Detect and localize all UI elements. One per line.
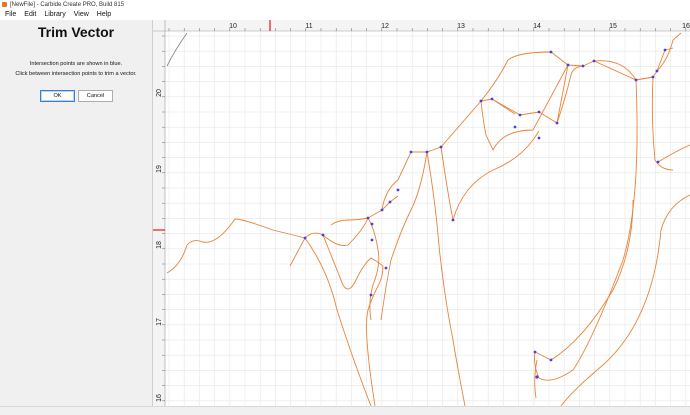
title-bar: [NewFile] - Carbide Create PRO, Build 81… — [0, 0, 690, 9]
intersection-point[interactable] — [366, 216, 370, 220]
intersection-point[interactable] — [656, 160, 660, 164]
y-ruler-label: 19 — [156, 165, 163, 173]
intersection-point[interactable] — [380, 208, 384, 212]
ok-button[interactable]: OK — [40, 90, 75, 102]
vector-path[interactable] — [289, 237, 372, 407]
vector-path[interactable] — [322, 234, 384, 407]
vector-path[interactable] — [556, 65, 584, 124]
app-icon — [2, 2, 7, 7]
menu-library[interactable]: Library — [40, 11, 69, 18]
intersection-point[interactable] — [396, 188, 400, 192]
intersection-point[interactable] — [566, 63, 570, 67]
vector-path[interactable] — [166, 218, 306, 274]
y-ruler-label: 17 — [156, 318, 163, 326]
window-title: [NewFile] - Carbide Create PRO, Build 81… — [10, 1, 125, 8]
vector-path[interactable] — [656, 32, 682, 72]
vector-path[interactable] — [582, 49, 666, 81]
vector-path[interactable] — [534, 199, 634, 361]
x-ruler-label: 12 — [381, 23, 389, 30]
trim-vector-panel: Trim Vector Intersection points are show… — [0, 20, 153, 406]
y-ruler-label: 18 — [156, 241, 163, 249]
help-text-line-2: Click between intersection points to tri… — [15, 71, 137, 77]
intersection-point[interactable] — [303, 236, 307, 240]
intersection-point[interactable] — [384, 266, 388, 270]
intersection-points[interactable] — [303, 48, 667, 379]
vector-path[interactable] — [480, 64, 569, 152]
intersection-point[interactable] — [651, 75, 655, 79]
intersection-point[interactable] — [549, 358, 553, 362]
intersection-point[interactable] — [439, 145, 443, 149]
grid — [165, 31, 690, 406]
vector-path[interactable] — [657, 144, 690, 163]
vector-path[interactable] — [480, 51, 569, 102]
x-ruler-label: 13 — [457, 23, 465, 30]
intersection-point[interactable] — [634, 78, 638, 82]
intersection-point[interactable] — [663, 48, 667, 52]
menu-file[interactable]: File — [0, 11, 20, 18]
vector-path[interactable] — [534, 60, 638, 381]
intersection-point[interactable] — [451, 218, 455, 222]
intersection-point[interactable] — [537, 110, 541, 114]
vector-path[interactable] — [381, 146, 442, 211]
menu-help[interactable]: Help — [93, 11, 115, 18]
intersection-point[interactable] — [369, 293, 373, 297]
canvas-svg[interactable]: 10 11 12 13 14 15 16 20 19 18 17 16 — [153, 20, 690, 407]
intersection-point[interactable] — [518, 113, 522, 117]
x-ruler-label: 16 — [682, 23, 690, 30]
left-ruler — [153, 20, 165, 406]
x-ruler-label: 14 — [533, 23, 541, 30]
vector-paths[interactable] — [166, 32, 690, 407]
intersection-point[interactable] — [425, 150, 429, 154]
intersection-point[interactable] — [535, 375, 539, 379]
intersection-point[interactable] — [479, 99, 483, 103]
y-ruler-label: 20 — [156, 89, 163, 97]
intersection-point[interactable] — [555, 121, 559, 125]
x-ruler-label: 10 — [229, 23, 237, 30]
cancel-button[interactable]: Cancel — [78, 90, 113, 102]
intersection-point[interactable] — [655, 69, 659, 73]
menu-view[interactable]: View — [70, 11, 93, 18]
intersection-point[interactable] — [537, 136, 541, 140]
intersection-point[interactable] — [533, 350, 537, 354]
intersection-point[interactable] — [321, 233, 325, 237]
y-ruler-label: 16 — [156, 394, 163, 402]
menu-edit[interactable]: Edit — [20, 11, 40, 18]
x-ruler-label: 15 — [609, 23, 617, 30]
vector-path[interactable] — [330, 195, 399, 226]
intersection-point[interactable] — [490, 97, 494, 101]
ruler-ticks — [162, 28, 687, 402]
vector-path[interactable] — [380, 151, 428, 321]
intersection-point[interactable] — [581, 64, 585, 68]
x-ruler-label: 11 — [305, 23, 312, 30]
intersection-point[interactable] — [409, 150, 413, 154]
intersection-point[interactable] — [370, 222, 374, 226]
intersection-point[interactable] — [388, 200, 392, 204]
intersection-point[interactable] — [513, 125, 517, 129]
vector-path[interactable] — [491, 64, 584, 124]
help-text-line-1: Intersection points are shown in blue. — [29, 61, 123, 67]
intersection-point[interactable] — [370, 238, 374, 242]
panel-title: Trim Vector — [37, 24, 115, 40]
intersection-point[interactable] — [592, 59, 596, 63]
design-canvas[interactable]: 10 11 12 13 14 15 16 20 19 18 17 16 — [153, 20, 690, 407]
intersection-point[interactable] — [549, 50, 553, 54]
